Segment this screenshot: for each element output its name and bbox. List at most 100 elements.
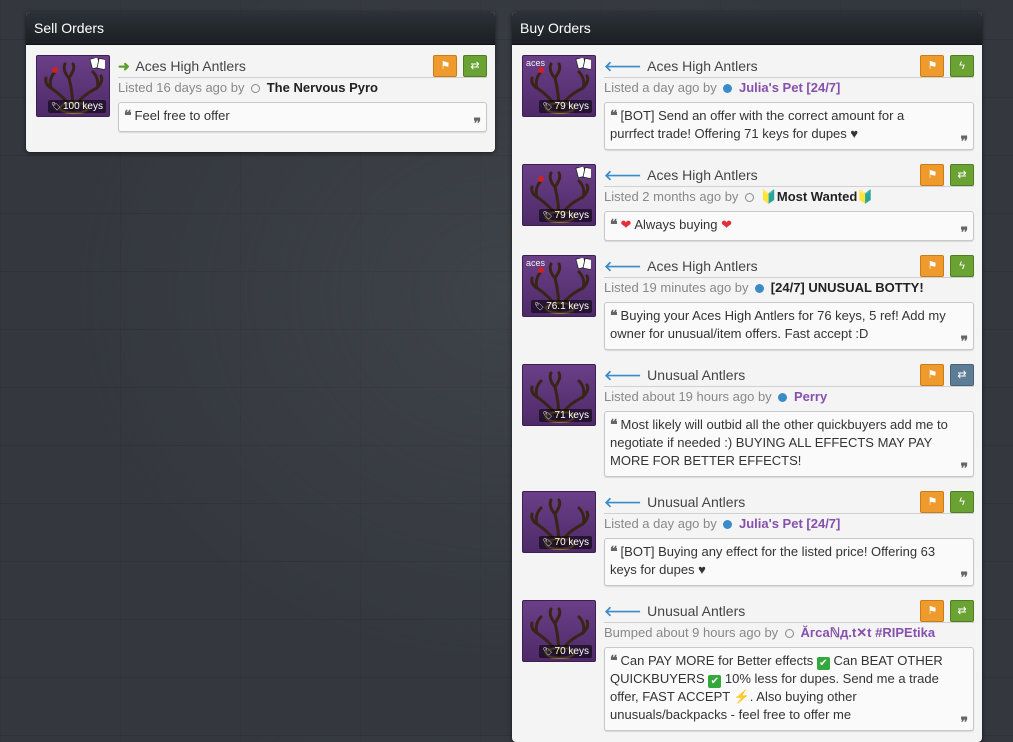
- flag-icon[interactable]: ⚑: [920, 55, 945, 77]
- quote-open-icon: ❝: [610, 308, 618, 324]
- user-link[interactable]: Julia's Pet [24/7]: [739, 80, 840, 95]
- beginner-badge-icon: 🔰: [760, 189, 777, 204]
- user-link[interactable]: The Nervous Pyro: [267, 80, 378, 95]
- buy-arrow-icon: 🡐: [604, 58, 642, 74]
- price-tag: 🏷 70 keys: [539, 645, 592, 658]
- checkmark-icon: ✔: [816, 657, 830, 670]
- item-name[interactable]: Aces High Antlers: [135, 58, 246, 74]
- flag-icon[interactable]: ⚑: [920, 364, 945, 386]
- flag-icon[interactable]: ⚑: [920, 164, 945, 186]
- quote-open-icon: ❝: [610, 417, 618, 433]
- sell-orders-panel: Sell Orders 🏷 100 keys ➜ Aces High Antler…: [26, 12, 495, 152]
- listing-meta: Bumped about 9 hours ago by: [604, 625, 779, 640]
- tag-icon: 🏷: [50, 102, 61, 111]
- price-value: 70 keys: [554, 646, 589, 657]
- listing-meta: Listed about 19 hours ago by: [604, 389, 772, 404]
- buy-arrow-icon: 🡐: [604, 603, 642, 619]
- user-link[interactable]: Julia's Pet [24/7]: [739, 516, 840, 531]
- tag-icon: 🏷: [542, 411, 553, 420]
- item-name[interactable]: Unusual Antlers: [647, 603, 745, 619]
- price-tag: 🏷 79 keys: [539, 209, 592, 222]
- item-icon[interactable]: 🏷 71 keys: [522, 364, 596, 426]
- price-value: 71 keys: [554, 410, 589, 421]
- flag-icon[interactable]: ⚑: [920, 600, 945, 622]
- price-value: 79 keys: [554, 101, 589, 112]
- flag-icon[interactable]: ⚑: [433, 55, 458, 77]
- item-icon[interactable]: aces 🏷 76.1 keys: [522, 255, 596, 317]
- listing-comment: ❝ Can PAY MORE for Better effects ✔ Can B…: [604, 647, 974, 731]
- listing-comment: ❝ [BOT] Buying any effect for the listed …: [604, 538, 974, 586]
- checkmark-icon: ✔: [708, 675, 722, 688]
- item-icon[interactable]: 🏷 100 keys: [36, 55, 110, 117]
- quote-close-icon: ❞: [960, 461, 968, 477]
- buy-arrow-icon: 🡐: [604, 367, 642, 383]
- lightning-icon: ⚡: [733, 689, 750, 704]
- comment-text: Always buying: [634, 217, 718, 232]
- listing-meta: Listed a day ago by: [604, 80, 717, 95]
- instant-trade-icon[interactable]: ϟ: [950, 491, 974, 513]
- item-icon[interactable]: 🏷 70 keys: [522, 600, 596, 662]
- tag-icon: 🏷: [542, 647, 553, 656]
- listing-meta: Listed 2 months ago by: [604, 189, 739, 204]
- listing-comment: ❝ Feel free to offer ❞: [118, 102, 487, 132]
- comment-text: [BOT] Send an offer with the correct amo…: [610, 108, 905, 141]
- sell-orders-header: Sell Orders: [26, 12, 495, 45]
- comment-text: Most likely will outbid all the other qu…: [610, 417, 948, 468]
- status-online-icon: [755, 284, 765, 293]
- user-link[interactable]: Most Wanted: [777, 189, 857, 204]
- flag-icon[interactable]: ⚑: [920, 255, 945, 277]
- comment-text: [BOT] Buying any effect for the listed p…: [610, 544, 936, 577]
- price-tag: 🏷 70 keys: [539, 536, 592, 549]
- price-value: 79 keys: [554, 210, 589, 221]
- instant-trade-icon[interactable]: ϟ: [950, 55, 974, 77]
- item-name[interactable]: Unusual Antlers: [647, 494, 745, 510]
- comment-text: Feel free to offer: [134, 108, 230, 123]
- status-offline-icon: [784, 629, 794, 638]
- tag-icon: 🏷: [534, 302, 545, 311]
- status-online-icon: [723, 84, 733, 93]
- user-link[interactable]: Ăгсаℕд.t✕t #RIPEtika: [800, 625, 935, 640]
- status-offline-icon: [745, 193, 755, 202]
- price-value: 76.1 keys: [546, 301, 589, 312]
- sell-listing[interactable]: 🏷 100 keys ➜ Aces High Antlers ⚑ ⇄ Listed…: [36, 55, 487, 143]
- item-name[interactable]: Unusual Antlers: [647, 367, 745, 383]
- user-link[interactable]: Perry: [794, 389, 827, 404]
- price-tag: 🏷 100 keys: [47, 100, 106, 113]
- status-online-icon: [723, 520, 733, 529]
- buy-orders-header: Buy Orders: [512, 12, 982, 45]
- comment-text: Buying your Aces High Antlers for 76 key…: [610, 308, 946, 341]
- item-name[interactable]: Aces High Antlers: [647, 167, 758, 183]
- price-tag: 🏷 71 keys: [539, 409, 592, 422]
- flag-icon[interactable]: ⚑: [920, 491, 945, 513]
- tag-icon: 🏷: [542, 538, 553, 547]
- buy-orders-panel: Buy Orders aces 🏷 79 keys 🡐 Aces High Ant…: [512, 12, 982, 742]
- trade-offer-icon[interactable]: ⇄: [950, 164, 974, 186]
- item-icon[interactable]: aces 🏷 79 keys: [522, 55, 596, 117]
- status-online-icon: [778, 393, 788, 402]
- item-name[interactable]: Aces High Antlers: [647, 258, 758, 274]
- item-icon[interactable]: 🏷 70 keys: [522, 491, 596, 553]
- quote-close-icon: ❞: [960, 134, 968, 150]
- tag-icon: 🏷: [542, 102, 553, 111]
- quote-close-icon: ❞: [473, 116, 481, 132]
- trade-offer-icon[interactable]: ⇄: [950, 600, 974, 622]
- quote-close-icon: ❞: [960, 570, 968, 586]
- heart-icon: ❤: [620, 217, 632, 232]
- heart-icon: ❤: [721, 217, 732, 232]
- item-icon[interactable]: 🏷 79 keys: [522, 164, 596, 226]
- instant-trade-icon[interactable]: ϟ: [950, 255, 974, 277]
- buy-arrow-icon: 🡐: [604, 258, 642, 274]
- quote-close-icon: ❞: [960, 715, 968, 731]
- trade-offer-icon[interactable]: ⇄: [950, 364, 974, 386]
- listing-comment: ❝ ❤ Always buying ❤ ❞: [604, 211, 974, 241]
- price-tag: 🏷 79 keys: [539, 100, 592, 113]
- quote-open-icon: ❝: [124, 108, 132, 124]
- quote-open-icon: ❝: [610, 217, 618, 233]
- listing-comment: ❝ [BOT] Send an offer with the correct am…: [604, 102, 974, 150]
- quote-open-icon: ❝: [610, 653, 618, 669]
- trade-offer-icon[interactable]: ⇄: [463, 55, 487, 77]
- beginner-badge-icon: 🔰: [857, 189, 874, 204]
- listing-meta: Listed 16 days ago by: [118, 80, 245, 95]
- item-name[interactable]: Aces High Antlers: [647, 58, 758, 74]
- user-link[interactable]: [24/7] UNUSUAL BOTTY!: [771, 280, 924, 295]
